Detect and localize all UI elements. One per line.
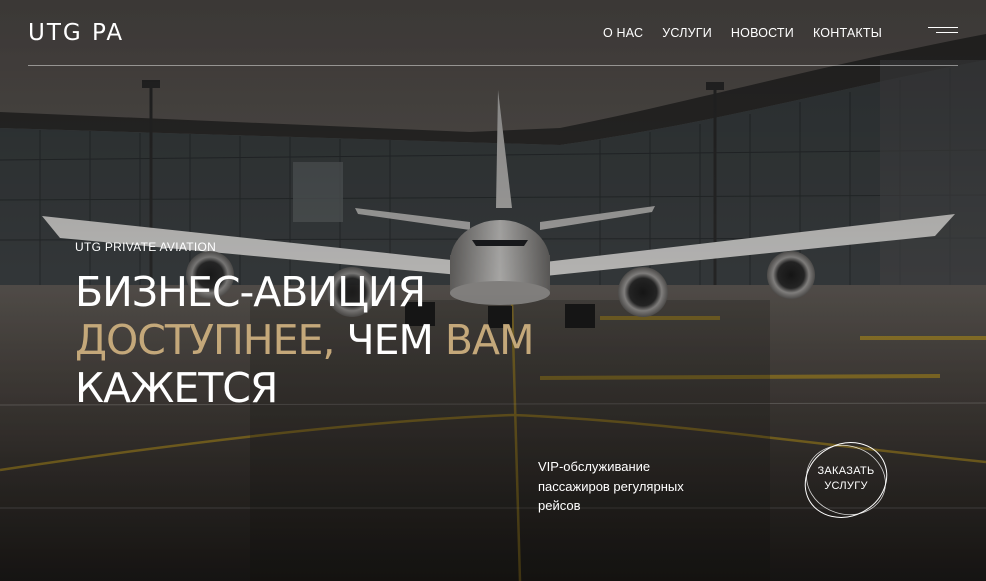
headline-connector: ЧЕМ	[334, 316, 445, 364]
headline-accent-2: ВАМ	[444, 316, 535, 364]
nav-link-contacts[interactable]: КОНТАКТЫ	[813, 26, 882, 40]
main-nav: О НАС УСЛУГИ НОВОСТИ КОНТАКТЫ	[603, 26, 882, 40]
cta-label: ЗАКАЗАТЬ УСЛУГУ	[800, 464, 892, 494]
headline-line-1: БИЗНЕС-АВИЦИЯ	[75, 268, 426, 316]
hero-description: VIP-обслуживание пассажиров регулярных р…	[538, 459, 684, 513]
hamburger-line	[936, 32, 958, 33]
logo[interactable]: UTG PA	[28, 20, 124, 46]
order-service-button[interactable]: ЗАКАЗАТЬ УСЛУГУ	[800, 440, 892, 520]
header-divider	[28, 65, 958, 66]
hero-section: UTG PA О НАС УСЛУГИ НОВОСТИ КОНТАКТЫ UTG…	[0, 0, 986, 581]
hamburger-line	[928, 27, 958, 28]
headline-accent-1: ДОСТУПНЕЕ,	[75, 316, 335, 364]
hero-eyebrow: UTG PRIVATE AVIATION	[75, 240, 217, 254]
headline-line-3: КАЖЕТСЯ	[75, 364, 278, 412]
hero-headline: БИЗНЕС-АВИЦИЯ ДОСТУПНЕЕ, ЧЕМ ВАМ КАЖЕТСЯ	[75, 268, 535, 412]
hamburger-icon[interactable]	[928, 27, 958, 39]
nav-link-news[interactable]: НОВОСТИ	[731, 26, 794, 40]
cta-label-line-1: ЗАКАЗАТЬ	[817, 465, 875, 477]
cta-label-line-2: УСЛУГУ	[824, 480, 868, 492]
nav-link-services[interactable]: УСЛУГИ	[662, 26, 712, 40]
nav-link-about[interactable]: О НАС	[603, 26, 643, 40]
